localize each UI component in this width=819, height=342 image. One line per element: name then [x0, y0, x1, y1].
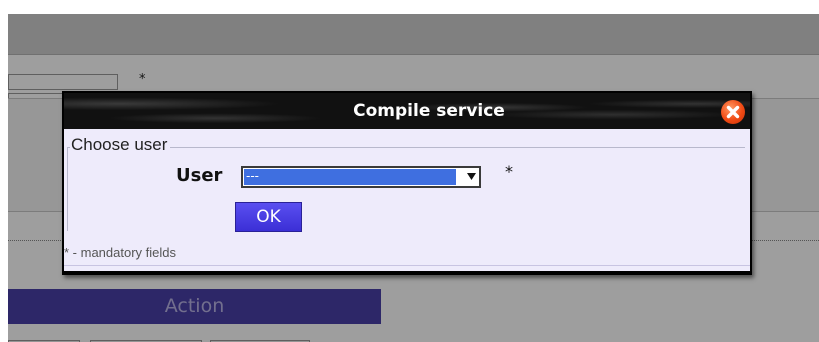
ok-button[interactable]: OK [235, 202, 302, 232]
fieldset-legend: Choose user [70, 135, 171, 155]
compile-service-dialog: Compile service Choose user User --- * O… [62, 91, 752, 275]
dialog-bottom-divider [64, 265, 750, 266]
user-select[interactable]: --- [241, 166, 481, 188]
triangle-down-icon [467, 173, 476, 180]
required-marker: * [505, 162, 513, 181]
dialog-content: Choose user User --- * OK * - mandatory … [64, 129, 750, 271]
user-label: User [176, 165, 223, 186]
close-icon[interactable] [721, 100, 745, 124]
mandatory-fields-note: * - mandatory fields [64, 245, 176, 260]
dialog-title: Compile service [353, 101, 505, 121]
choose-user-fieldset [67, 147, 745, 231]
user-select-value: --- [244, 169, 456, 185]
